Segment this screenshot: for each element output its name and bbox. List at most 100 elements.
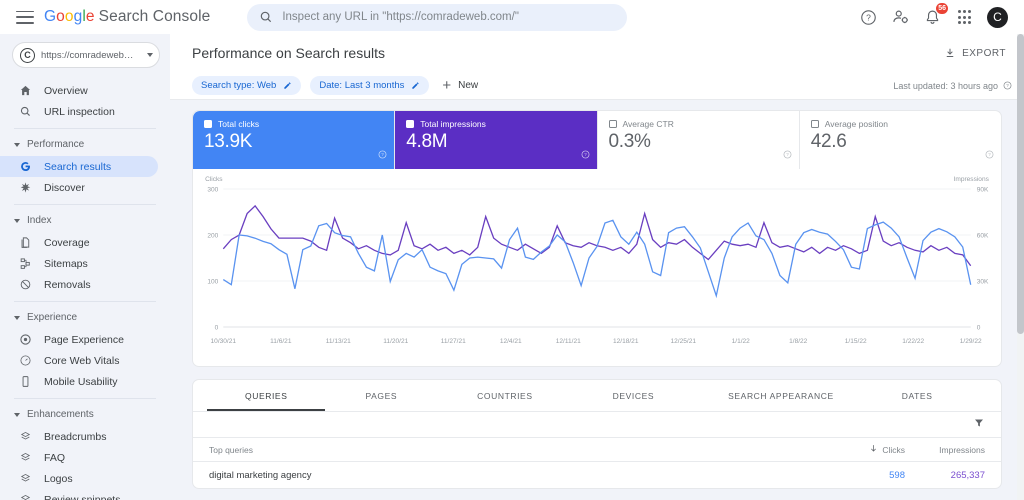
pencil-icon (411, 81, 420, 90)
last-updated-label: Last updated: 3 hours ago (893, 80, 998, 91)
tab-pages[interactable]: PAGES (325, 380, 437, 411)
sidebar-item-search-results[interactable]: Search results (0, 156, 158, 177)
download-icon (946, 48, 954, 57)
property-url: https://comradeweb… (41, 49, 134, 61)
last-updated: Last updated: 3 hours ago ? (893, 81, 1012, 91)
hamburger-icon[interactable] (16, 10, 34, 24)
cell-clicks: 598 (889, 469, 905, 481)
checkbox-icon[interactable] (406, 120, 415, 128)
filter-chip-date[interactable]: Date: Last 3 months (310, 76, 430, 95)
sidebar-group-label: Experience (27, 312, 78, 323)
tab-dates[interactable]: DATES (868, 380, 967, 411)
sidebar-group-label: Enhancements (27, 409, 94, 420)
sidebar-item-breadcrumbs[interactable]: Breadcrumbs (0, 426, 158, 447)
performance-chart[interactable]: 300 200 100 0 90K 60K 30K 0 10/30/21 11/6/21 11/… (193, 169, 1001, 367)
filter-funnel-icon[interactable] (973, 416, 985, 434)
svg-text:?: ? (1006, 83, 1009, 88)
page-header: Performance on Search results EXPORT (170, 34, 1024, 72)
svg-text:?: ? (786, 152, 789, 157)
avatar[interactable]: C (987, 6, 1008, 28)
sidebar-item-label: Search results (44, 160, 112, 173)
tab-countries[interactable]: COUNTRIES (437, 380, 572, 411)
scrollbar-thumb[interactable] (1017, 34, 1024, 334)
column-header-impressions[interactable]: Impressions (905, 445, 985, 455)
svg-text:12/18/21: 12/18/21 (613, 338, 639, 345)
tab-devices[interactable]: DEVICES (573, 380, 695, 411)
sidebar-item-overview[interactable]: Overview (0, 80, 158, 101)
help-icon[interactable]: ? (859, 8, 878, 27)
sidebar-item-label: Removals (44, 278, 91, 291)
account-settings-icon[interactable] (891, 8, 910, 27)
svg-text:?: ? (988, 152, 991, 157)
filter-chip-search-type[interactable]: Search type: Web (192, 76, 302, 95)
metric-card-average-ctr[interactable]: Average CTR 0.3% ? (597, 111, 800, 169)
checkbox-icon[interactable] (204, 120, 212, 128)
help-circle-icon[interactable]: ? (1003, 81, 1012, 90)
sidebar-item-logos[interactable]: Logos (0, 468, 158, 489)
chart-gridlines (223, 188, 971, 328)
sidebar-item-page-experience[interactable]: Page Experience (0, 329, 158, 350)
sidebar-item-url-inspection[interactable]: URL inspection (0, 101, 158, 122)
search-input[interactable] (282, 11, 616, 23)
property-selector[interactable]: C https://comradeweb… (12, 42, 160, 68)
app-body: C https://comradeweb… Overview URL inspe… (0, 34, 1024, 500)
chart-right-axis: 90K 60K 30K 0 (977, 187, 989, 332)
table-header: Top queries Clicks Impressions (193, 438, 1001, 462)
sidebar-item-label: Discover (44, 181, 85, 194)
search-console-app: GoogleSearch Console ? (0, 0, 1024, 500)
sidebar-item-sitemaps[interactable]: Sitemaps (0, 253, 158, 274)
help-circle-icon[interactable]: ? (581, 146, 590, 164)
add-filter-button[interactable]: + New (438, 78, 482, 93)
metric-card-average-position[interactable]: Average position 42.6 ? (799, 111, 1001, 169)
metric-value: 0.3% (608, 131, 651, 152)
top-bar-actions: ? 56 C (859, 2, 1014, 28)
sidebar-group-experience[interactable]: Experience (0, 306, 170, 329)
url-inspection-search[interactable] (247, 3, 628, 31)
column-header-clicks[interactable]: Clicks (825, 444, 905, 455)
coverage-page-icon (18, 236, 32, 250)
svg-text:?: ? (381, 152, 384, 157)
sidebar-item-faq[interactable]: FAQ (0, 447, 158, 468)
sidebar-item-label: Mobile Usability (44, 375, 118, 388)
notifications-bell-icon[interactable]: 56 (923, 2, 948, 27)
svg-text:11/6/21: 11/6/21 (270, 338, 292, 345)
checkbox-icon[interactable] (608, 120, 617, 128)
sidebar-item-removals[interactable]: Removals (0, 274, 158, 295)
metric-label-row: Average position (810, 119, 991, 129)
help-circle-icon[interactable]: ? (985, 146, 994, 164)
metric-card-total-impressions[interactable]: Total impressions 4.8M ? (395, 111, 598, 169)
svg-text:12/4/21: 12/4/21 (500, 338, 522, 345)
google-wordmark: Google (44, 8, 95, 25)
sidebar-item-discover[interactable]: Discover (0, 177, 158, 198)
sidebar-group-enhancements[interactable]: Enhancements (0, 403, 170, 426)
tab-search-appearance[interactable]: SEARCH APPEARANCE (694, 380, 868, 411)
sidebar-item-label: Core Web Vitals (44, 354, 120, 367)
sidebar-group-performance[interactable]: Performance (0, 133, 170, 156)
column-header-query: Top queries (209, 444, 253, 455)
page-scrollbar[interactable] (1017, 34, 1024, 500)
table-filter-row (193, 412, 1001, 438)
sidebar-group-index[interactable]: Index (0, 209, 170, 232)
sidebar-item-label: Breadcrumbs (44, 430, 107, 443)
sidebar-item-label: FAQ (44, 451, 66, 464)
chart-x-axis: 10/30/21 11/6/21 11/13/21 11/20/21 11/27/21 1… (211, 338, 982, 345)
svg-text:1/1/22: 1/1/22 (732, 338, 751, 345)
metric-card-total-clicks[interactable]: Total clicks 13.9K ? (193, 111, 396, 169)
sidebar-item-review-snippets[interactable]: Review snippets (0, 489, 158, 500)
property-avatar: C (20, 47, 35, 63)
svg-text:90K: 90K (977, 187, 989, 194)
metric-label: Average CTR (622, 119, 674, 129)
sidebar-item-coverage[interactable]: Coverage (0, 232, 158, 253)
tab-queries[interactable]: QUERIES (207, 380, 326, 411)
checkbox-icon[interactable] (810, 120, 819, 128)
sidebar-item-mobile-usability[interactable]: Mobile Usability (0, 371, 158, 392)
svg-text:200: 200 (207, 233, 218, 240)
help-circle-icon[interactable]: ? (783, 146, 792, 164)
help-circle-icon[interactable]: ? (378, 146, 387, 164)
export-button[interactable]: EXPORT (938, 43, 1012, 63)
add-filter-label: New (458, 80, 479, 91)
table-row[interactable]: digital marketing agency 598 265,337 (193, 462, 1001, 488)
apps-grid-icon[interactable] (955, 8, 974, 27)
sidebar-item-core-web-vitals[interactable]: Core Web Vitals (0, 350, 158, 371)
sidebar-divider (14, 204, 156, 205)
